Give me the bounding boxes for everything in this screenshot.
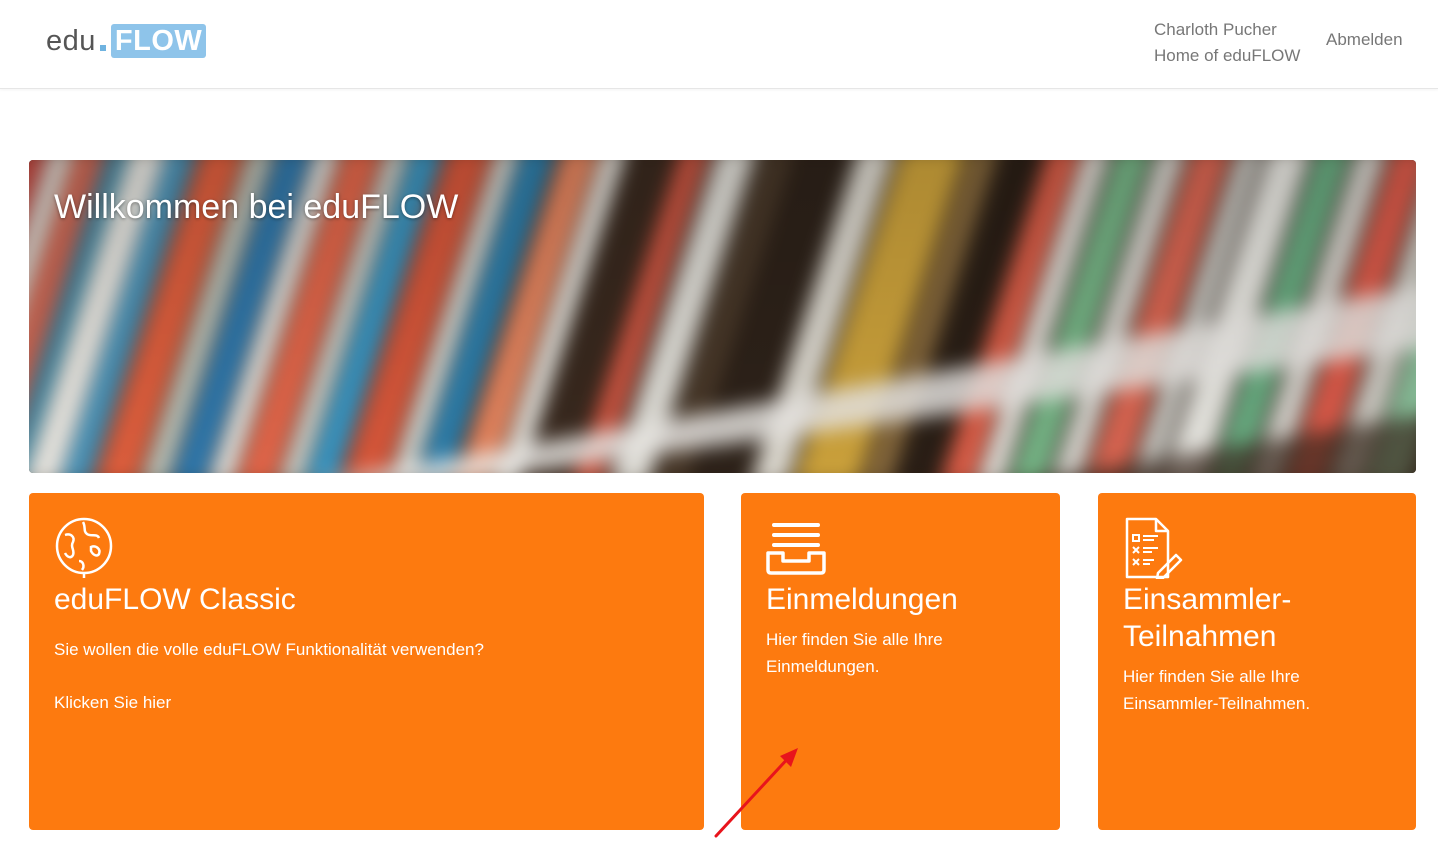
card-title: Einsammler-Teilnahmen	[1123, 583, 1292, 653]
eduflow-logo[interactable]: edu FLOW	[46, 24, 207, 58]
welcome-banner: Willkommen bei eduFLOW	[29, 160, 1416, 473]
logo-text-flow: FLOW	[110, 24, 207, 58]
welcome-title: Willkommen bei eduFLOW	[54, 188, 459, 226]
card-title: eduFLOW Classic	[54, 583, 296, 616]
einsammler-teilnahmen-card[interactable]: Einsammler-Teilnahmen Hier finden Sie al…	[1098, 493, 1416, 830]
logo-text-edu: edu	[46, 24, 96, 57]
card-description: Hier finden Sie alle Ihre Einmeldungen.	[766, 630, 943, 676]
card-description: Sie wollen die volle eduFLOW Funktionali…	[54, 640, 484, 659]
card-title: Einmeldungen	[766, 583, 958, 616]
top-header: edu FLOW Charloth Pucher Home of eduFLOW…	[0, 0, 1438, 89]
user-home: Home of eduFLOW	[1154, 46, 1301, 65]
logo-dot	[99, 45, 106, 51]
logout-link[interactable]: Abmelden	[1326, 30, 1403, 50]
eduflow-classic-card[interactable]: eduFLOW Classic Sie wollen die volle edu…	[29, 493, 704, 830]
user-info[interactable]: Charloth Pucher Home of eduFLOW	[1154, 17, 1300, 69]
globe-icon	[55, 517, 113, 578]
card-description: Hier finden Sie alle Ihre Einsammler-Tei…	[1123, 667, 1311, 713]
user-name: Charloth Pucher	[1154, 20, 1277, 39]
checklist-document-icon	[1125, 517, 1183, 579]
classic-link[interactable]: Klicken Sie hier	[54, 689, 171, 716]
inbox-tray-icon	[766, 523, 826, 575]
annotation-arrow-icon	[714, 748, 798, 838]
